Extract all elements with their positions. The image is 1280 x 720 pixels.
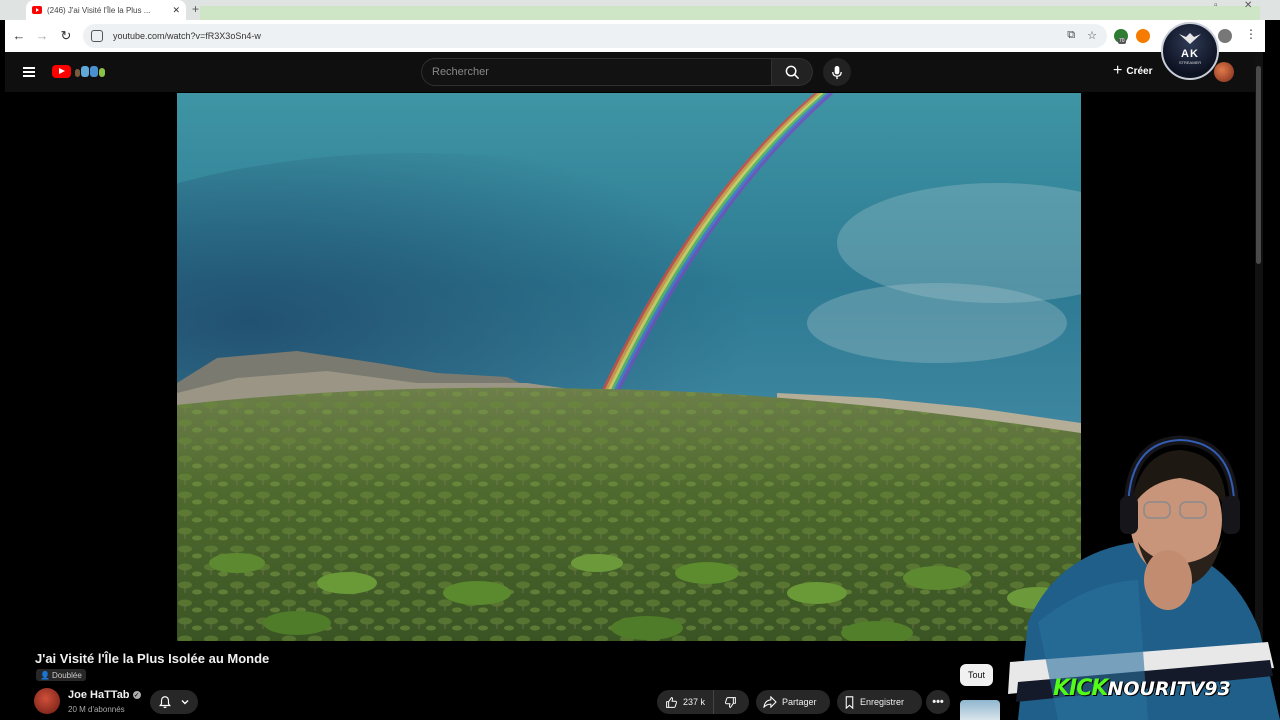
- like-button[interactable]: 237 k: [657, 690, 715, 714]
- thumbs-up-icon: [666, 696, 677, 708]
- dislike-button[interactable]: [714, 696, 746, 709]
- address-bar[interactable]: youtube.com/watch?v=fR3X3oSn4-w ⧉ ☆: [83, 24, 1107, 48]
- create-label: Créer: [1126, 65, 1153, 77]
- video-frame: [177, 93, 1081, 641]
- browser-menu-icon[interactable]: ⋮: [1245, 27, 1257, 41]
- youtube-favicon-icon: [32, 6, 42, 14]
- subscriber-count: 20 M d'abonnés: [68, 705, 125, 714]
- badge-letters: AK: [1181, 47, 1199, 60]
- page-scrollbar-thumb[interactable]: [1256, 66, 1261, 264]
- like-dislike-group: 237 k: [657, 690, 749, 714]
- extension-badge: 70: [1118, 38, 1126, 44]
- youtube-header: + Créer: [5, 52, 1255, 92]
- mic-icon: [832, 65, 842, 79]
- tab-close-icon[interactable]: ✕: [172, 5, 180, 16]
- person-voice-icon: 👤: [40, 670, 50, 680]
- more-icon: •••: [932, 696, 944, 708]
- channel-name-link[interactable]: Joe HaTTab ✓: [68, 689, 141, 701]
- save-button[interactable]: Enregistrer: [837, 690, 922, 714]
- dubbed-badge: 👤 Doublée: [36, 669, 86, 681]
- reload-icon[interactable]: ↻: [58, 28, 74, 44]
- channel-avatar[interactable]: [34, 688, 60, 714]
- install-app-icon[interactable]: ⧉: [1067, 29, 1075, 42]
- search-button[interactable]: [772, 58, 813, 86]
- profile-icon[interactable]: [1218, 29, 1232, 43]
- site-info-icon[interactable]: [91, 30, 103, 42]
- save-label: Enregistrer: [860, 697, 905, 707]
- video-player[interactable]: [177, 93, 1081, 641]
- plus-icon: +: [1113, 62, 1123, 79]
- recommended-video-thumbnail[interactable]: [960, 700, 1000, 720]
- youtube-logo-icon[interactable]: [52, 65, 71, 78]
- extension-orange-icon[interactable]: [1136, 29, 1150, 43]
- new-tab-icon[interactable]: +: [192, 2, 199, 16]
- eagle-icon: [1179, 33, 1201, 44]
- account-avatar[interactable]: [1214, 62, 1234, 82]
- close-window-icon[interactable]: ✕: [1244, 0, 1252, 11]
- dubbed-label: Doublée: [51, 670, 82, 680]
- chevron-down-icon: [181, 700, 189, 705]
- tab-title: (246) J'ai Visité l'Île la Plus ...: [47, 5, 151, 15]
- browser-tab-active[interactable]: (246) J'ai Visité l'Île la Plus ... ✕: [26, 0, 186, 20]
- badge-subtitle: STREAMER: [1178, 59, 1202, 65]
- back-arrow-icon[interactable]: ←: [11, 28, 27, 44]
- video-title: J'ai Visité l'Île la Plus Isolée au Mond…: [35, 651, 270, 666]
- tab-strip-accent: [200, 6, 1260, 20]
- streamer-username: NOURITV93: [1107, 678, 1231, 700]
- bell-icon: [159, 696, 171, 709]
- bookmark-icon: [845, 695, 854, 709]
- bookmark-star-icon[interactable]: ☆: [1087, 29, 1097, 42]
- subscription-bell-button[interactable]: [150, 690, 198, 714]
- kick-logo-text: KICK: [1053, 676, 1108, 701]
- browser-tab-strip: (246) J'ai Visité l'Île la Plus ... ✕ + …: [0, 0, 1280, 20]
- filter-chip-all[interactable]: Tout: [960, 664, 994, 686]
- streamer-logo-badge: AK STREAMER: [1161, 22, 1219, 80]
- share-label: Partager: [782, 697, 817, 707]
- address-text: youtube.com/watch?v=fR3X3oSn4-w: [113, 31, 261, 41]
- hamburger-icon[interactable]: [23, 67, 35, 77]
- forward-arrow-icon[interactable]: →: [34, 28, 50, 44]
- share-button[interactable]: Partager: [756, 690, 830, 714]
- browser-toolbar: ← → ↻ youtube.com/watch?v=fR3X3oSn4-w ⧉ …: [5, 20, 1265, 52]
- search-icon: [785, 65, 799, 79]
- create-button[interactable]: + Créer: [1113, 62, 1153, 79]
- share-icon: [763, 696, 777, 708]
- kick-channel-overlay: KICK NOURITV93: [1053, 676, 1231, 701]
- more-actions-button[interactable]: •••: [926, 690, 950, 714]
- restore-window-icon[interactable]: ▫: [1214, 0, 1218, 11]
- thumbs-down-icon: [724, 696, 736, 708]
- voice-search-button[interactable]: [823, 58, 851, 86]
- search-bar: [421, 58, 813, 86]
- like-count: 237 k: [683, 697, 706, 707]
- channel-name: Joe HaTTab: [68, 689, 130, 701]
- verified-icon: ✓: [132, 691, 141, 699]
- search-input[interactable]: [421, 58, 772, 86]
- youtube-doodle[interactable]: [75, 66, 105, 77]
